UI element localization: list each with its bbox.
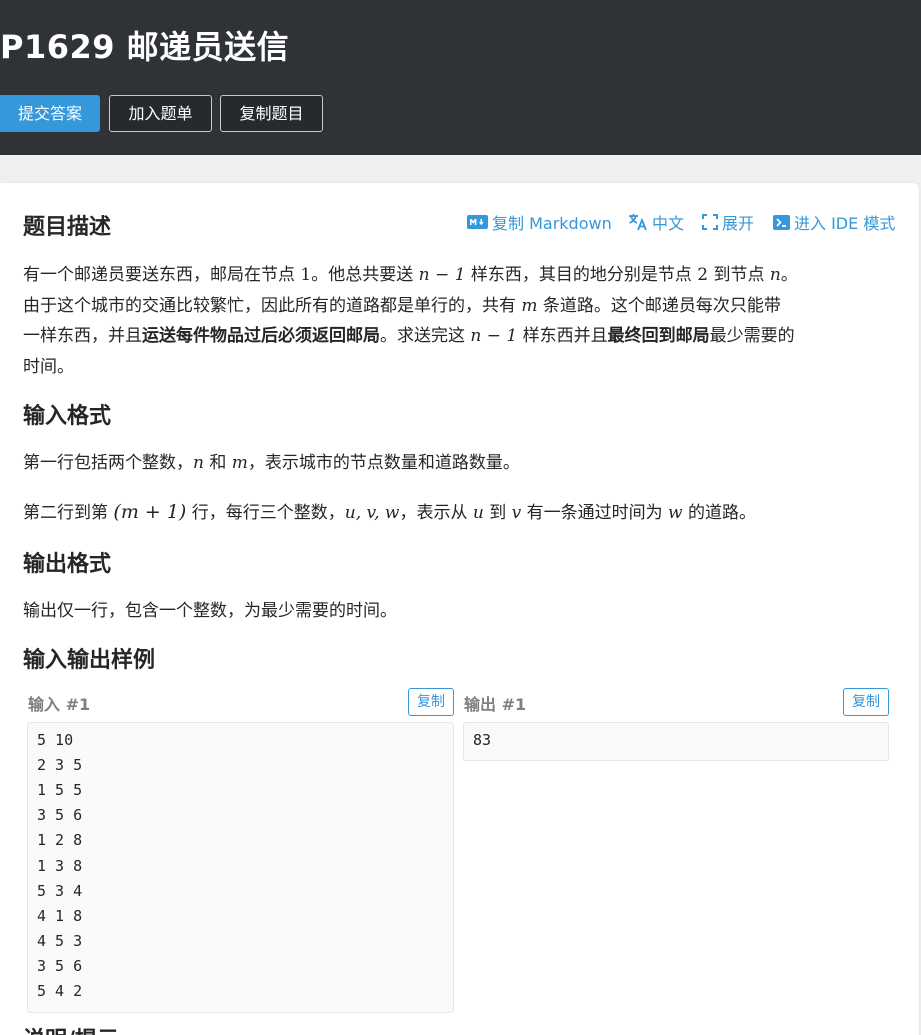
text-run: 由于这个城市的交通比较繁忙，因此所有的道路都是单行的，共有 [23,296,522,316]
text-run: 。求送完这 [380,326,471,346]
description-line-4: 时间。 [23,357,74,377]
text-run: ，表示城市的节点数量和道路数量。 [247,453,520,473]
code-line: 3 5 6 [37,956,83,975]
code-line: 2 3 5 [37,756,83,775]
terminal-icon [773,214,790,230]
math-run: n − 1 [470,326,518,346]
code-line: 3 5 6 [37,806,83,825]
hint-heading: 说明/提示 [23,1022,119,1035]
ide-mode-label: 进入 IDE 模式 [794,214,896,233]
math-run: m [231,453,248,473]
copy-input-button[interactable]: 复制 [408,688,454,716]
copy-output-button[interactable]: 复制 [843,688,889,716]
input-format-line-1: 第一行包括两个整数，n 和 m，表示城市的节点数量和道路数量。 [23,448,520,473]
code-line: 5 4 2 [37,982,83,1000]
add-to-list-button[interactable]: 加入题单 [109,95,212,132]
text-run: 。 [780,265,798,285]
text-run: 的道路。 [682,503,757,523]
code-line: 83 [473,731,492,749]
text-run: 第二行到第 [23,503,114,523]
problem-header: P1629 邮递员送信 提交答案 加入题单 复制题目 [0,0,921,155]
text-run: 条道路。这个邮递员每次只能带 [537,296,781,316]
text-run: 样东西，其目的地分别是节点 [465,265,698,285]
text-run: ，表示从 [399,503,473,523]
sample-output-label: 输出 #1 [464,695,527,714]
text-run: 和 [203,453,232,473]
description-line-3: 一样东西，并且运送每件物品过后必须返回邮局。求送完这 n − 1 样东西并且最终… [23,321,795,346]
markdown-icon [467,215,488,229]
math-run: n [769,265,781,285]
output-format-line-1: 输出仅一行，包含一个整数，为最少需要的时间。 [23,601,397,621]
math-run: m [521,296,538,316]
text-run: 有一个邮递员要送东西，邮局在节点 [23,265,301,285]
code-line: 1 2 8 [37,831,83,850]
input-format-heading: 输入格式 [23,404,112,429]
code-line: 5 3 4 [37,881,83,900]
math-run: n − 1 [418,265,466,285]
code-line: 1 5 5 [37,781,83,800]
math-run: 1 [300,265,312,285]
math-run: (m + 1) [113,501,187,523]
description-line-2: 由于这个城市的交通比较繁忙，因此所有的道路都是单行的，共有 m 条道路。这个邮递… [23,291,781,316]
expand-label: 展开 [722,214,755,233]
text-run: 样东西并且 [517,326,608,346]
math-run: u, v, w [344,503,400,523]
text-run: 到节点 [708,265,770,285]
expand-icon [702,214,718,230]
math-run: v [511,503,522,523]
text-run: 第一行包括两个整数， [23,453,193,473]
text-run: 有一条通过时间为 [521,503,669,523]
description-line-1: 有一个邮递员要送东西，邮局在节点 1。他总共要送 n − 1 样东西，其目的地分… [23,260,798,285]
text-run: 行，每行三个整数， [186,503,345,523]
copy-markdown-link[interactable]: 复制 Markdown [467,211,612,233]
input-format-line-2: 第二行到第 (m + 1) 行，每行三个整数，u, v, w，表示从 u 到 v… [23,498,756,523]
code-line: 4 1 8 [37,906,83,925]
math-run: w [668,503,683,523]
translate-icon [628,213,648,231]
copy-markdown-label: 复制 Markdown [492,214,612,233]
language-label: 中文 [652,214,685,233]
output-format-heading: 输出格式 [23,552,112,577]
samples-heading: 输入输出样例 [23,648,156,673]
text-run: 最少需要的 [709,326,795,346]
description-heading: 题目描述 [23,215,112,240]
math-run: n [193,453,204,473]
submit-answer-button[interactable]: 提交答案 [0,95,100,132]
bold-run: 最终回到邮局 [607,326,710,346]
ide-mode-link[interactable]: 进入 IDE 模式 [773,211,895,233]
math-run: u [472,503,484,523]
bold-run: 运送每件物品过后必须返回邮局 [142,326,380,346]
math-run: 2 [697,265,709,285]
expand-link[interactable]: 展开 [702,211,754,233]
problem-title: P1629 邮递员送信 [0,28,290,66]
text-run: 一样东西，并且 [23,326,142,346]
code-line: 5 10 [37,731,74,749]
text-run: 到 [483,503,512,523]
code-line: 4 5 3 [37,931,83,950]
sample-output-box[interactable] [463,722,889,761]
language-switch[interactable]: 中文 [628,211,684,233]
sample-input-label: 输入 #1 [28,695,91,714]
sample-input-box[interactable] [27,722,454,1013]
copy-problem-button[interactable]: 复制题目 [220,95,323,132]
text-run: 。他总共要送 [311,265,419,285]
code-line: 1 3 8 [37,856,83,875]
